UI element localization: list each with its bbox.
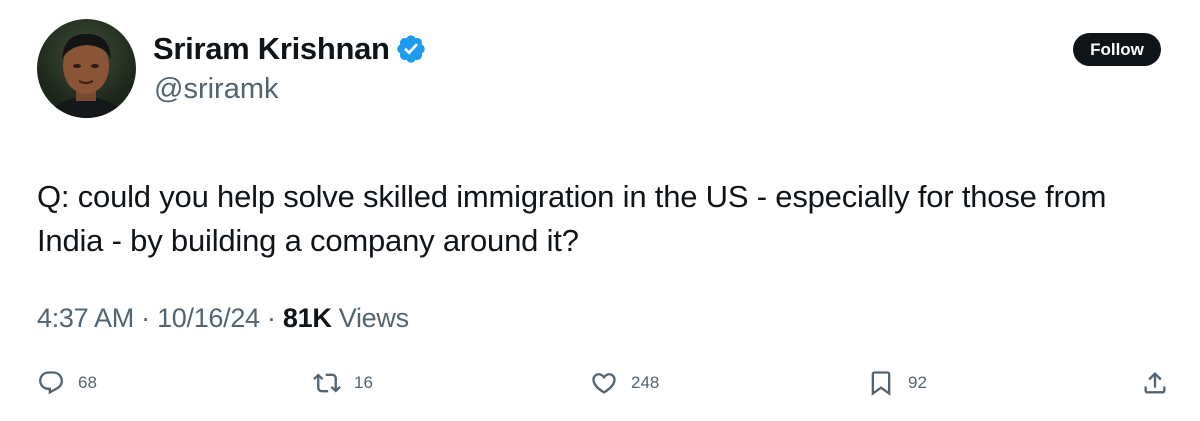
repost-icon — [313, 373, 341, 393]
user-handle[interactable]: @sriramk — [154, 73, 278, 106]
bookmark-button[interactable]: 92 — [867, 365, 927, 401]
bookmark-icon — [871, 371, 891, 396]
reply-button[interactable]: 68 — [37, 365, 97, 401]
meta-separator: · — [141, 303, 150, 333]
action-bar: 68 16 248 92 — [0, 365, 1200, 401]
tweet-card: Sriram Krishnan @sriramk Follow Q: could… — [0, 0, 1200, 421]
reply-count: 68 — [78, 373, 97, 392]
views-label: Views — [338, 303, 409, 333]
tweet-date[interactable]: 10/16/24 — [157, 303, 260, 333]
share-icon — [1144, 372, 1166, 394]
like-button[interactable]: 248 — [590, 365, 659, 401]
display-name[interactable]: Sriram Krishnan — [153, 31, 390, 67]
repost-count: 16 — [354, 373, 373, 392]
repost-button[interactable]: 16 — [313, 365, 373, 401]
like-count: 248 — [631, 373, 660, 392]
reply-icon — [39, 371, 63, 395]
meta-separator: · — [266, 303, 276, 333]
bookmark-count: 92 — [908, 373, 927, 392]
verified-badge-icon — [397, 35, 425, 63]
avatar[interactable] — [37, 19, 136, 118]
avatar-portrait — [45, 33, 127, 118]
tweet-meta: 4:37 AM · 10/16/24 · 81K Views — [37, 303, 409, 334]
heart-icon — [592, 373, 616, 394]
tweet-text: Q: could you help solve skilled immigrat… — [37, 179, 1107, 258]
tweet-time[interactable]: 4:37 AM — [37, 303, 134, 333]
follow-button[interactable]: Follow — [1073, 33, 1161, 66]
share-button[interactable] — [1141, 365, 1169, 401]
views-count: 81K — [282, 303, 332, 333]
